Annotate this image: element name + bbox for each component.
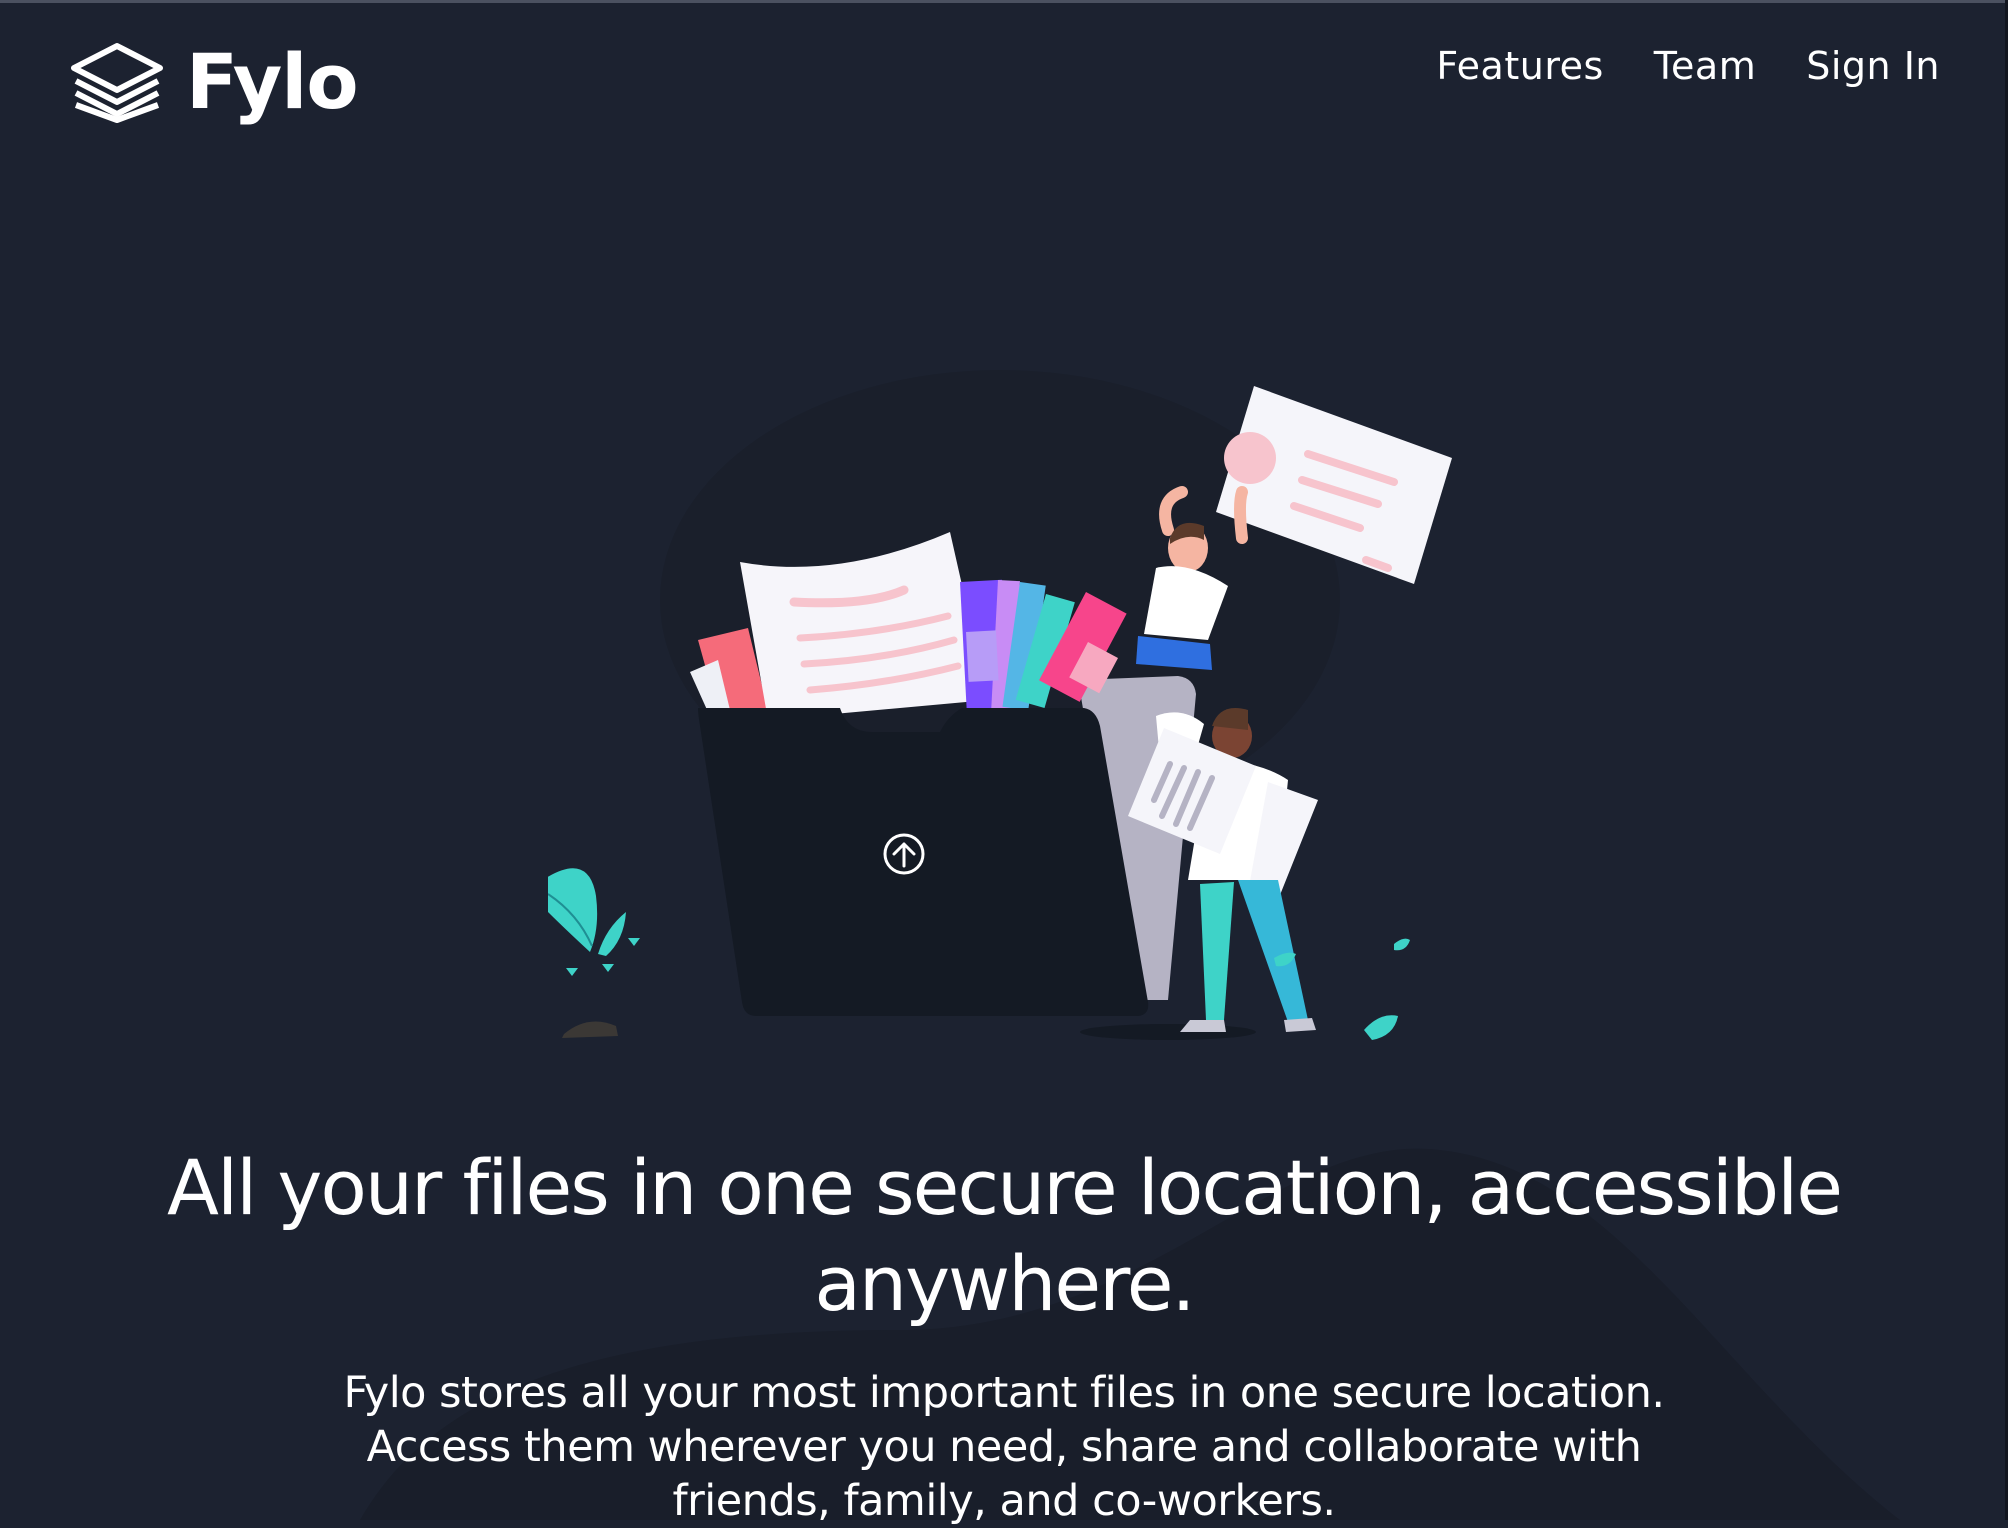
- hero-illustration: [548, 386, 1452, 1040]
- hero-subtitle: Fylo stores all your most important file…: [343, 1368, 1666, 1526]
- brand-logo[interactable]: Fylo: [68, 32, 359, 132]
- hero-title: All your files in one secure location, a…: [167, 1143, 1843, 1328]
- stacked-layers-icon: [71, 43, 163, 123]
- nav-sign-in-link[interactable]: Sign In: [1806, 40, 1940, 92]
- main-nav: Features Team Sign In: [1436, 40, 1940, 92]
- nav-features-link[interactable]: Features: [1436, 40, 1603, 92]
- site-header: Fylo Features Team Sign In: [0, 0, 2008, 160]
- brand-name: Fylo: [186, 37, 359, 126]
- nav-team-link[interactable]: Team: [1654, 40, 1756, 92]
